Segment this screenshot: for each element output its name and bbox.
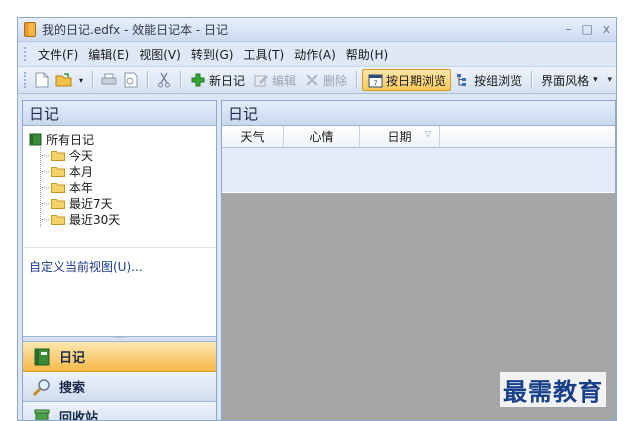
- browse-by-group-button[interactable]: 按组浏览: [451, 69, 526, 91]
- group-tree-icon: [455, 72, 471, 88]
- browse-by-group-label: 按组浏览: [474, 73, 523, 88]
- app-window: 我的日记.edfx - 效能日记本 - 日记 – □ x 文件(F) 编辑(E)…: [17, 17, 617, 421]
- nav-recycle-bin-button[interactable]: 回收站: [23, 402, 216, 421]
- ui-style-label: 界面风格: [541, 73, 590, 88]
- magnifier-icon: [31, 376, 53, 398]
- edit-label: 编辑: [272, 73, 297, 88]
- chevron-down-icon[interactable]: ▾: [77, 71, 85, 89]
- print-preview-icon[interactable]: [122, 71, 140, 89]
- new-diary-button[interactable]: 新日记: [186, 69, 249, 91]
- folder-icon: [51, 150, 65, 161]
- calendar-icon: 7: [367, 72, 383, 88]
- diary-tree: 所有日记 今天 本月 本年 最近7天 最近30天: [23, 126, 216, 248]
- new-diary-label: 新日记: [209, 73, 246, 88]
- folder-icon: [51, 198, 65, 209]
- menu-view[interactable]: 视图(V): [134, 46, 186, 63]
- tree-item-label: 今天: [69, 148, 94, 163]
- folder-icon: [51, 214, 65, 225]
- diary-book-icon: [31, 346, 53, 368]
- menu-edit[interactable]: 编辑(E): [83, 46, 134, 63]
- tree-item-label: 本年: [69, 180, 94, 195]
- delete-button[interactable]: 删除: [300, 69, 351, 91]
- new-document-icon[interactable]: [33, 71, 51, 89]
- nav-search-button[interactable]: 搜索: [23, 372, 216, 402]
- column-mood-label: 心情: [309, 130, 334, 144]
- menu-tools[interactable]: 工具(T): [238, 46, 289, 63]
- tree-item-last-7-days[interactable]: 最近7天: [41, 195, 216, 211]
- sort-indicator-icon: ▽: [424, 129, 431, 138]
- window-title: 我的日记.edfx - 效能日记本 - 日记: [42, 23, 229, 37]
- toolbar: ▾ 新日记 编辑 删除 7 按日期浏览 按组浏览 界面风格 ▾ ▾: [18, 66, 616, 94]
- menu-file[interactable]: 文件(F): [33, 46, 83, 63]
- title-bar: 我的日记.edfx - 效能日记本 - 日记 – □ x: [18, 18, 616, 42]
- tree-item-last-30-days[interactable]: 最近30天: [41, 211, 216, 227]
- toolbar-separator: [180, 71, 181, 89]
- column-date-label: 日期: [387, 130, 412, 144]
- toolbar-separator: [531, 71, 533, 89]
- nav-diary-button[interactable]: 日记: [23, 342, 216, 372]
- browse-by-date-button[interactable]: 7 按日期浏览: [362, 69, 452, 91]
- toolbar-separator: [147, 71, 148, 89]
- menu-bar: 文件(F) 编辑(E) 视图(V) 转到(G) 工具(T) 动作(A) 帮助(H…: [18, 43, 616, 65]
- browse-by-date-label: 按日期浏览: [386, 73, 447, 88]
- column-weather-label: 天气: [240, 130, 265, 144]
- navigation-pane: 日记 所有日记 今天 本月 本年 最近7天 最近30天 自定义当前视图(U)..…: [22, 100, 217, 421]
- tree-item-this-year[interactable]: 本年: [41, 179, 216, 195]
- column-weather[interactable]: 天气: [222, 126, 284, 147]
- ui-style-button[interactable]: 界面风格 ▾: [537, 69, 602, 91]
- tree-item-label: 最近7天: [69, 196, 113, 211]
- pencil-icon: [253, 72, 269, 88]
- tree-item-this-month[interactable]: 本月: [41, 163, 216, 179]
- print-icon[interactable]: [100, 71, 118, 89]
- book-icon: [29, 133, 42, 146]
- minimize-button[interactable]: –: [566, 22, 572, 36]
- delete-label: 删除: [323, 73, 348, 88]
- close-button[interactable]: x: [603, 22, 610, 36]
- plus-icon: [190, 72, 206, 88]
- diary-list-header: 天气 心情 日期 ▽: [222, 126, 615, 148]
- nav-recycle-bin-label: 回收站: [59, 411, 99, 421]
- folder-icon: [51, 166, 65, 177]
- app-icon: [24, 22, 36, 37]
- menu-action[interactable]: 动作(A): [289, 46, 341, 63]
- edit-button[interactable]: 编辑: [249, 69, 300, 91]
- toolbar-overflow-icon[interactable]: ▾: [607, 75, 612, 85]
- right-pane-title: 日记: [222, 101, 615, 126]
- tree-item-label: 最近30天: [69, 212, 121, 227]
- left-pane-title: 日记: [23, 101, 216, 126]
- recycle-bin-icon: [31, 406, 53, 420]
- column-mood[interactable]: 心情: [284, 126, 360, 147]
- menu-help[interactable]: 帮助(H): [341, 46, 393, 63]
- column-filler: [440, 126, 615, 147]
- open-folder-icon[interactable]: [55, 71, 73, 89]
- diary-list[interactable]: [222, 148, 615, 192]
- custom-view-link[interactable]: 自定义当前视图(U)...: [23, 248, 216, 336]
- tree-item-today[interactable]: 今天: [41, 147, 216, 163]
- tree-item-label: 本月: [69, 164, 94, 179]
- svg-text:7: 7: [373, 79, 377, 87]
- delete-x-icon: [304, 72, 320, 88]
- column-date[interactable]: 日期 ▽: [360, 126, 440, 147]
- window-controls: – □ x: [566, 22, 610, 36]
- maximize-button[interactable]: □: [582, 22, 593, 36]
- toolbar-separator: [92, 71, 93, 89]
- nav-diary-label: 日记: [59, 351, 86, 366]
- cut-icon[interactable]: [155, 71, 173, 89]
- folder-icon: [51, 182, 65, 193]
- tree-root-label: 所有日记: [46, 133, 95, 147]
- watermark: 最需教育: [500, 372, 606, 407]
- toolbar-grip[interactable]: [24, 72, 27, 88]
- chevron-down-icon: ▾: [593, 75, 598, 85]
- tree-children: 今天 本月 本年 最近7天 最近30天: [40, 147, 216, 227]
- menu-goto[interactable]: 转到(G): [186, 46, 239, 63]
- toolbar-separator: [356, 71, 358, 89]
- nav-search-label: 搜索: [59, 381, 86, 396]
- menubar-grip[interactable]: [24, 47, 27, 61]
- tree-root-all-diaries[interactable]: 所有日记: [29, 132, 216, 147]
